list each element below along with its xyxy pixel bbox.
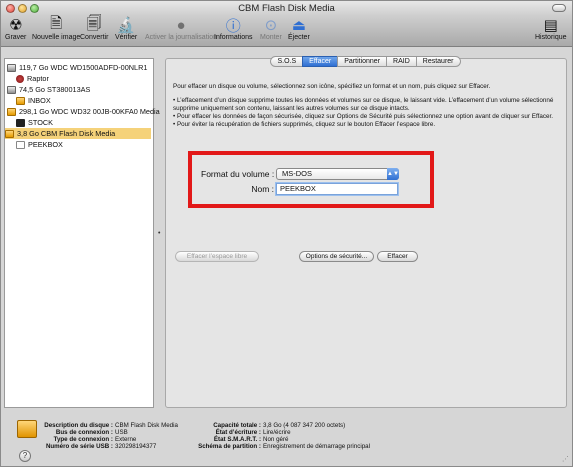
info-icon: ⓘ [225, 17, 241, 35]
info-label: Numéro de série USB : [45, 443, 113, 450]
info-value: Externe [115, 436, 137, 443]
info-label: État S.M.A.R.T. : [213, 436, 261, 443]
info-value: USB [115, 429, 128, 436]
resize-grip-icon[interactable]: ⋰ [562, 455, 569, 463]
info-value: CBM Flash Disk Media [115, 422, 178, 429]
volume-icon [16, 118, 25, 127]
burn-icon: ☢ [8, 17, 23, 34]
select-arrows-icon: ▲▼ [387, 168, 399, 180]
info-label: Bus de connexion : [55, 429, 113, 436]
format-select[interactable]: MS-DOS ▲▼ [276, 168, 399, 180]
info-label: Schéma de partition : [198, 443, 261, 450]
info-label: Description du disque : [44, 422, 113, 429]
new-image-button[interactable]: 🗎 Nouvelle image [32, 14, 80, 42]
info-value: 3,8 Go (4 087 347 200 octets) [263, 422, 346, 429]
verify-icon: 🔬 [116, 17, 136, 34]
tab-first-aid[interactable]: S.O.S [270, 56, 304, 67]
disk-item[interactable]: 298,1 Go WDC WD32 00JB-00KFA0 Media [7, 106, 160, 117]
volume-item[interactable]: Raptor [16, 73, 49, 84]
eject-button[interactable]: ⏏ Éjecter [288, 16, 310, 41]
info-label: État d’écriture : [215, 429, 261, 436]
volume-item[interactable]: STOCK [16, 117, 53, 128]
disk-utility-window: CBM Flash Disk Media ☢ Graver 🗎 Nouvelle… [0, 0, 573, 467]
erase-instructions: • L’effacement d’un disque supprime tout… [173, 97, 554, 128]
info-value: Lire/écrire [263, 429, 291, 436]
disk-item-selected[interactable]: 3,8 Go CBM Flash Disk Media [5, 128, 151, 139]
tab-restore[interactable]: Restaurer [415, 56, 461, 67]
tab-bar: S.O.S Effacer Partitionner RAID Restaure… [166, 56, 566, 67]
format-label: Format du volume : [201, 169, 275, 179]
info-label: Type de connexion : [53, 436, 113, 443]
eject-icon: ⏏ [291, 17, 306, 34]
tab-erase[interactable]: Effacer [302, 56, 339, 67]
disk-info-panel: Description du disque : CBM Flash Disk M… [1, 411, 572, 467]
usb-drive-icon [5, 129, 14, 138]
usb-drive-icon [17, 420, 37, 438]
volume-item[interactable]: PEEKBOX [16, 139, 63, 150]
convert-icon: 🗐 [86, 14, 102, 32]
log-icon: ▤ [543, 17, 558, 34]
info-value: Enregistrement de démarrage principal [263, 443, 370, 450]
new-image-icon: 🗎 [50, 14, 63, 32]
hard-drive-icon [7, 63, 16, 72]
info-button[interactable]: ⓘ Informations [214, 16, 253, 42]
enable-journaling-button[interactable]: ● Activer la journalisation [145, 16, 217, 42]
volume-item[interactable]: INBOX [16, 95, 51, 106]
info-value: 320298194377 [115, 443, 157, 450]
external-drive-icon [7, 107, 16, 116]
volume-icon [16, 96, 25, 105]
tab-partition[interactable]: Partitionner [337, 56, 388, 67]
burn-button[interactable]: ☢ Graver [5, 16, 26, 41]
security-options-button[interactable]: Options de sécurité... [299, 251, 374, 262]
erase-button[interactable]: Effacer [377, 251, 418, 262]
tab-raid[interactable]: RAID [386, 56, 417, 67]
toolbar: ☢ Graver 🗎 Nouvelle image 🗐 Convertir 🔬 … [1, 15, 572, 47]
log-button[interactable]: ▤ Historique [535, 16, 567, 41]
name-label: Nom : [251, 184, 274, 194]
info-label: Capacité totale : [213, 422, 261, 429]
mount-button[interactable]: ⊙ Monter [260, 16, 282, 41]
erase-free-space-button[interactable]: Effacer l’espace libre [175, 251, 259, 262]
volume-icon [16, 140, 25, 149]
hard-drive-icon [7, 85, 16, 94]
journaling-icon: ● [176, 16, 186, 34]
help-button[interactable]: ? [19, 450, 31, 462]
name-input[interactable]: PEEKBOX [276, 183, 398, 195]
volume-icon [16, 74, 24, 83]
convert-button[interactable]: 🗐 Convertir [80, 14, 108, 42]
disk-item[interactable]: 119,7 Go WDC WD1500ADFD-00NLR1 [7, 62, 147, 73]
mount-icon: ⊙ [264, 17, 278, 34]
verify-button[interactable]: 🔬 Vérifier [115, 16, 137, 41]
toolbar-toggle-button[interactable] [552, 4, 566, 12]
disk-item[interactable]: 74,5 Go ST380013AS [7, 84, 90, 95]
erase-intro-text: Pour effacer un disque ou volume, sélect… [173, 83, 491, 90]
info-value: Non géré [263, 436, 289, 443]
splitter-handle[interactable]: • [158, 230, 160, 237]
